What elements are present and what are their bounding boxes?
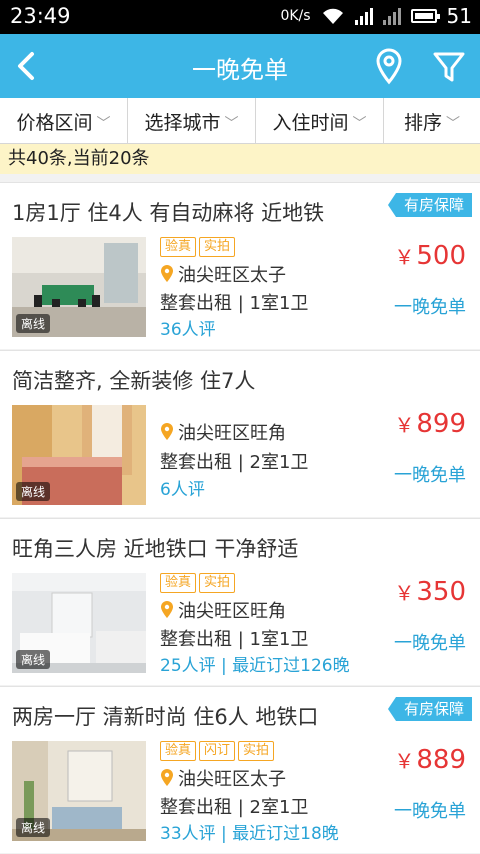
signal-icon (354, 7, 373, 25)
filter-city[interactable]: 选择城市 ﹀ (128, 98, 256, 144)
address-text: 油尖旺区旺角 (178, 423, 286, 444)
tag-verified: 验真 (160, 237, 197, 257)
location-pin-icon (161, 423, 173, 440)
review-count[interactable]: 36人评 (160, 315, 216, 340)
rent-type: 整套出租 | 1室1卫 (160, 293, 309, 314)
price-value: 500 (416, 241, 466, 271)
filter-funnel-icon[interactable] (430, 48, 468, 86)
currency-symbol: ￥ (394, 413, 415, 437)
offline-label: 离线 (16, 650, 51, 669)
status-time: 23:49 (10, 4, 71, 28)
listing-photo: 离线 (12, 405, 146, 505)
status-bar: 23:49 0K/s 51 (0, 0, 480, 34)
listing-title: 旺角三人房 近地铁口 干净舒适 (12, 537, 299, 561)
price-value: 889 (416, 745, 466, 775)
listing-address: 油尖旺区太子 (160, 765, 286, 791)
price-value: 899 (416, 409, 466, 439)
currency-symbol: ￥ (394, 581, 415, 605)
chevron-down-icon: ﹀ (224, 116, 239, 132)
battery-level: 51 (446, 4, 472, 28)
filter-label: 入住时间 (272, 111, 349, 134)
listing-address: 油尖旺区旺角 (160, 419, 286, 445)
listing-price: ￥889 (394, 745, 466, 775)
tag-instant-book: 闪订 (199, 741, 236, 761)
result-count: 共40条,当前20条 (0, 144, 480, 174)
listing-price: ￥500 (394, 241, 466, 271)
currency-symbol: ￥ (394, 749, 415, 773)
promo-label: 一晚免单 (394, 465, 466, 486)
location-pin-icon (161, 601, 173, 618)
offline-label: 离线 (16, 482, 51, 501)
review-count[interactable]: 25人评 | 最近订过126晚 (160, 651, 350, 676)
tag-list: 验真 实拍 (160, 237, 236, 257)
address-text: 油尖旺区太子 (178, 769, 286, 790)
review-count[interactable]: 33人评 | 最近订过18晚 (160, 819, 339, 844)
chevron-down-icon: ﹀ (96, 116, 111, 132)
listing-photo: 离线 (12, 741, 146, 841)
listing-title: 1房1厅 住4人 有自动麻将 近地铁 (12, 201, 325, 225)
tag-real-photo: 实拍 (199, 237, 236, 257)
filter-label: 价格区间 (16, 111, 93, 134)
tag-list: 验真 闪订 实拍 (160, 741, 275, 761)
guarantee-badge: 有房保障 (387, 193, 472, 217)
listing-title: 简洁整齐, 全新装修 住7人 (12, 369, 256, 393)
tag-real-photo: 实拍 (238, 741, 275, 761)
listing-card[interactable]: 旺角三人房 近地铁口 干净舒适 离线 验真 实拍 油尖旺区旺角 整套出租 | 1… (0, 518, 480, 685)
offline-label: 离线 (16, 314, 51, 333)
chevron-down-icon: ﹀ (446, 116, 460, 132)
status-icons: 0K/s 51 (280, 4, 472, 28)
page-title: 一晚免单 (192, 56, 288, 84)
battery-icon (410, 9, 440, 23)
location-pin-icon (161, 265, 173, 282)
tag-list: 验真 实拍 (160, 573, 236, 593)
signal-secondary-icon (382, 7, 401, 25)
app-header: 一晚免单 (0, 34, 480, 98)
listing-photo: 离线 (12, 573, 146, 673)
rent-type: 整套出租 | 2室1卫 (160, 797, 309, 818)
filter-label: 排序 (403, 111, 442, 134)
promo-label: 一晚免单 (394, 633, 466, 654)
address-text: 油尖旺区太子 (178, 265, 286, 286)
offline-label: 离线 (16, 818, 51, 837)
location-pin-icon[interactable] (370, 47, 408, 85)
listing-card[interactable]: 简洁整齐, 全新装修 住7人 离线 油尖旺区旺角 整套出租 | 2室1卫 6人评… (0, 350, 480, 517)
listing-address: 油尖旺区太子 (160, 261, 286, 287)
location-pin-icon (161, 769, 173, 786)
listing-list: 1房1厅 住4人 有自动麻将 近地铁 有房保障 离线 验真 实拍 油尖旺区太子 (0, 182, 480, 854)
listing-price: ￥899 (394, 409, 466, 439)
guarantee-badge: 有房保障 (387, 697, 472, 721)
filter-bar: 价格区间 ﹀ 选择城市 ﹀ 入住时间 ﹀ 排序 ﹀ (0, 98, 480, 144)
currency-symbol: ￥ (394, 245, 415, 269)
filter-price-range[interactable]: 价格区间 ﹀ (0, 98, 128, 144)
tag-verified: 验真 (160, 573, 197, 593)
listing-title: 两房一厅 清新时尚 住6人 地铁口 (12, 705, 319, 729)
net-speed: 0K/s (280, 8, 311, 24)
listing-card[interactable]: 两房一厅 清新时尚 住6人 地铁口 有房保障 离线 验真 闪订 实拍 油尖旺区太… (0, 686, 480, 853)
listing-address: 油尖旺区旺角 (160, 597, 286, 623)
tag-verified: 验真 (160, 741, 197, 761)
review-count[interactable]: 6人评 (160, 475, 205, 500)
rent-type: 整套出租 | 2室1卫 (160, 452, 309, 473)
filter-checkin-date[interactable]: 入住时间 ﹀ (256, 98, 384, 144)
promo-label: 一晚免单 (394, 297, 466, 318)
promo-label: 一晚免单 (394, 801, 466, 822)
tag-real-photo: 实拍 (199, 573, 236, 593)
address-text: 油尖旺区旺角 (178, 601, 286, 622)
rent-type: 整套出租 | 1室1卫 (160, 629, 309, 650)
wifi-icon (322, 8, 343, 24)
chevron-down-icon: ﹀ (352, 116, 367, 132)
filter-label: 选择城市 (144, 111, 221, 134)
listing-photo: 离线 (12, 237, 146, 337)
price-value: 350 (416, 577, 466, 607)
listing-card[interactable]: 1房1厅 住4人 有自动麻将 近地铁 有房保障 离线 验真 实拍 油尖旺区太子 (0, 182, 480, 349)
listing-price: ￥350 (394, 577, 466, 607)
filter-sort[interactable]: 排序 ﹀ (384, 98, 480, 144)
